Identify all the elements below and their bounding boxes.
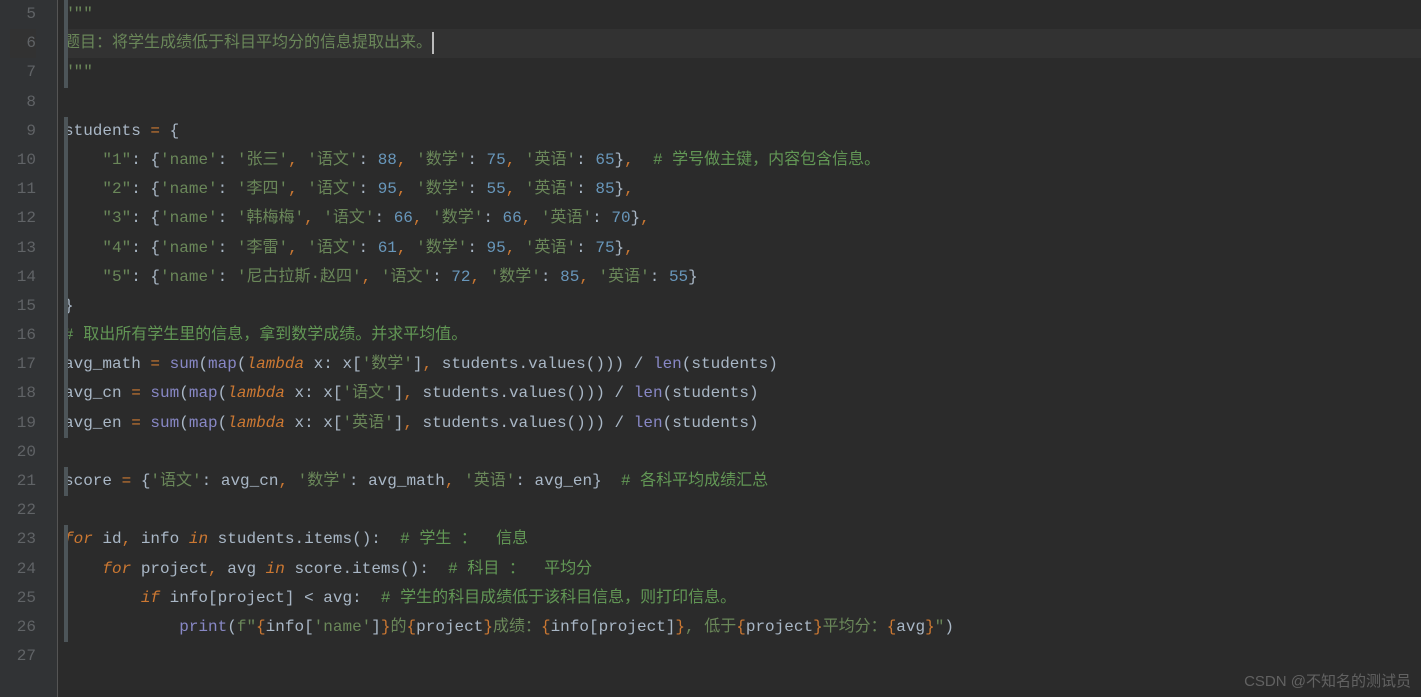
code-line-current: 题目：将学生成绩低于科目平均分的信息提取出来。 xyxy=(64,29,1421,58)
code-line: for id, info in students.items(): # 学生 ：… xyxy=(64,525,1421,554)
line-number: 12 xyxy=(10,204,36,233)
text-cursor xyxy=(432,32,434,54)
line-number: 9 xyxy=(10,117,36,146)
code-line: score = {'语文': avg_cn, '数学': avg_math, '… xyxy=(64,467,1421,496)
code-area[interactable]: """ 题目：将学生成绩低于科目平均分的信息提取出来。 """ students… xyxy=(58,0,1421,697)
code-line: """ xyxy=(64,58,1421,87)
code-line: for project, avg in score.items(): # 科目 … xyxy=(64,555,1421,584)
line-number: 25 xyxy=(10,584,36,613)
line-number: 24 xyxy=(10,555,36,584)
code-line: """ xyxy=(64,0,1421,29)
line-number: 7 xyxy=(10,58,36,87)
line-number: 11 xyxy=(10,175,36,204)
line-number: 8 xyxy=(10,88,36,117)
code-line: "1": {'name': '张三', '语文': 88, '数学': 75, … xyxy=(64,146,1421,175)
line-number: 26 xyxy=(10,613,36,642)
line-number: 18 xyxy=(10,379,36,408)
code-line: if info[project] < avg: # 学生的科目成绩低于该科目信息… xyxy=(64,584,1421,613)
line-number: 14 xyxy=(10,263,36,292)
code-line: avg_en = sum(map(lambda x: x['英语'], stud… xyxy=(64,409,1421,438)
code-line: "4": {'name': '李雷', '语文': 61, '数学': 95, … xyxy=(64,234,1421,263)
code-editor[interactable]: 5 6 7 8 9 10 11 12 13 14 15 16 17 18 19 … xyxy=(0,0,1421,697)
code-line: } xyxy=(64,292,1421,321)
line-number: 23 xyxy=(10,525,36,554)
line-number: 17 xyxy=(10,350,36,379)
code-line: students = { xyxy=(64,117,1421,146)
watermark: CSDN @不知名的测试员 xyxy=(1244,670,1411,691)
code-line: # 取出所有学生里的信息，拿到数学成绩。并求平均值。 xyxy=(64,321,1421,350)
code-line xyxy=(64,642,1421,671)
line-number: 5 xyxy=(10,0,36,29)
line-number: 16 xyxy=(10,321,36,350)
line-number: 27 xyxy=(10,642,36,671)
code-line: "5": {'name': '尼古拉斯·赵四', '语文': 72, '数学':… xyxy=(64,263,1421,292)
line-number: 20 xyxy=(10,438,36,467)
code-line: "2": {'name': '李四', '语文': 95, '数学': 55, … xyxy=(64,175,1421,204)
line-number-gutter: 5 6 7 8 9 10 11 12 13 14 15 16 17 18 19 … xyxy=(0,0,44,697)
line-number: 21 xyxy=(10,467,36,496)
line-number: 22 xyxy=(10,496,36,525)
code-line: "3": {'name': '韩梅梅', '语文': 66, '数学': 66,… xyxy=(64,204,1421,233)
code-line: print(f"{info['name']}的{project}成绩：{info… xyxy=(64,613,1421,642)
code-line xyxy=(64,438,1421,467)
code-line xyxy=(64,88,1421,117)
line-number: 10 xyxy=(10,146,36,175)
line-number: 19 xyxy=(10,409,36,438)
fold-column[interactable] xyxy=(44,0,58,697)
code-line xyxy=(64,496,1421,525)
line-number: 13 xyxy=(10,234,36,263)
code-line: avg_cn = sum(map(lambda x: x['语文'], stud… xyxy=(64,379,1421,408)
line-number: 15 xyxy=(10,292,36,321)
code-line: avg_math = sum(map(lambda x: x['数学'], st… xyxy=(64,350,1421,379)
line-number-current: 6 xyxy=(10,29,36,58)
